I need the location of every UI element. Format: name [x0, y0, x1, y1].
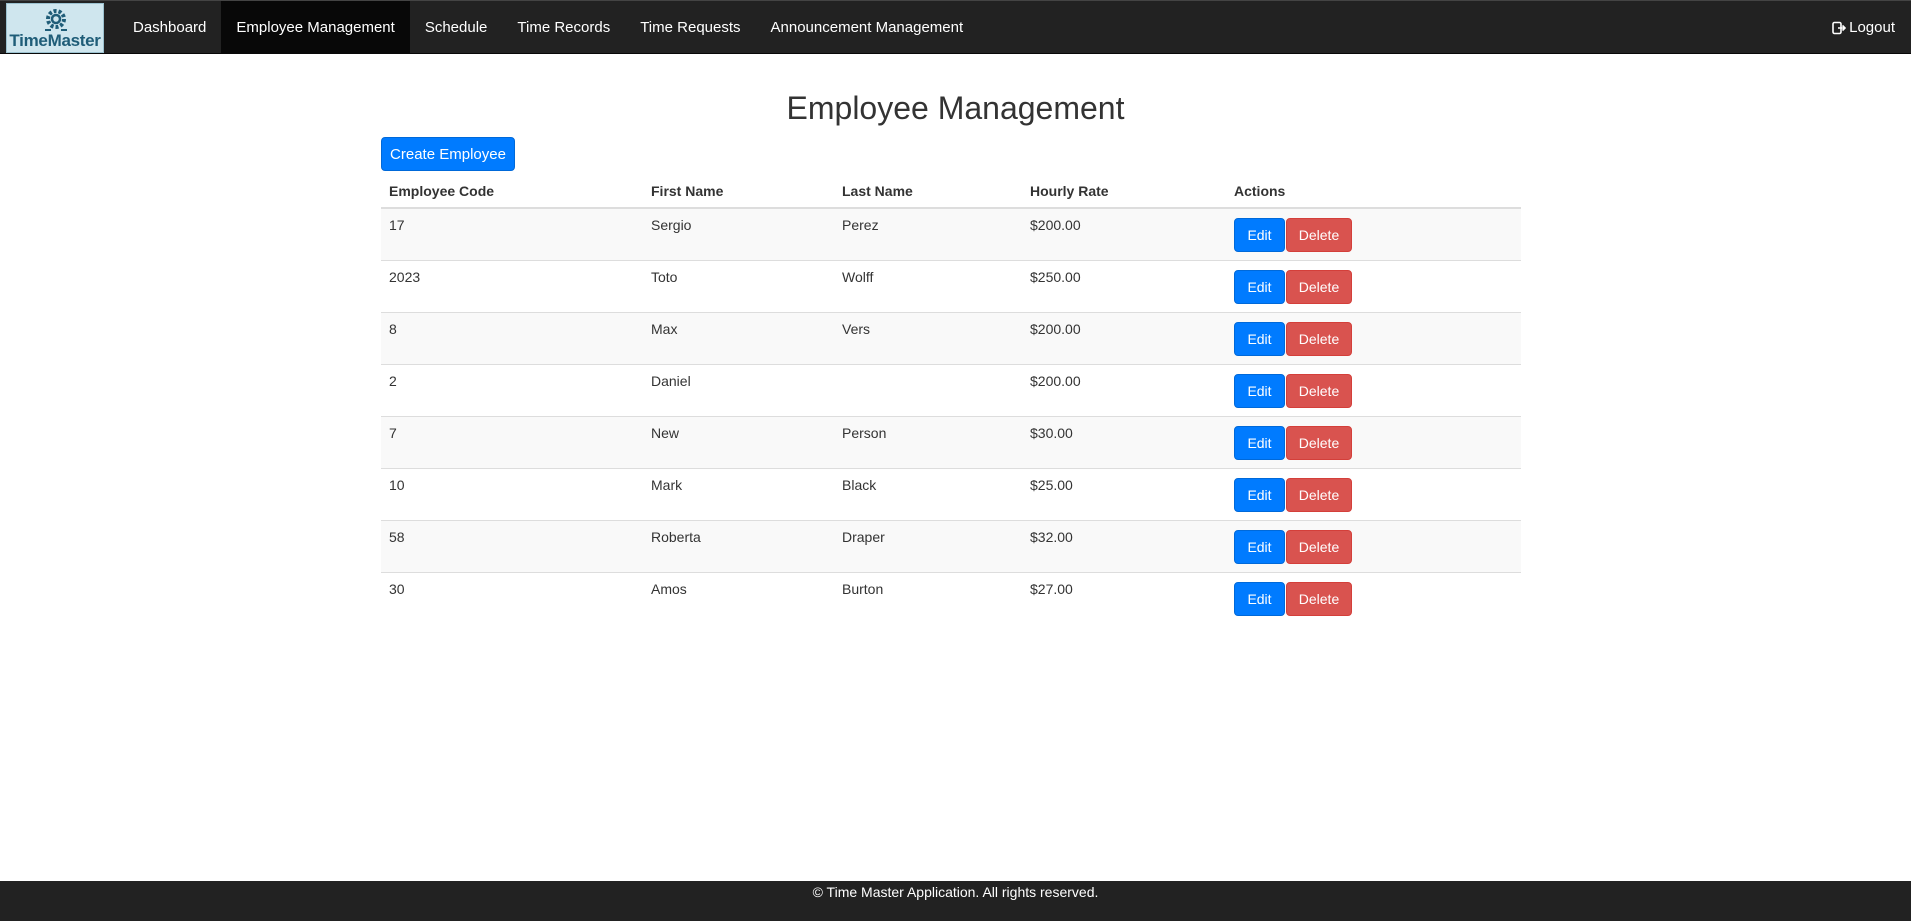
employee-code-cell: 8	[381, 312, 643, 365]
first-name-cell: New	[643, 416, 834, 469]
actions-cell: Edit Delete	[1226, 312, 1521, 365]
employee-code-cell: 58	[381, 520, 643, 573]
delete-button[interactable]: Delete	[1286, 218, 1352, 252]
delete-button[interactable]: Delete	[1286, 374, 1352, 408]
first-name-cell: Mark	[643, 468, 834, 521]
actions-cell: Edit Delete	[1226, 416, 1521, 469]
delete-button[interactable]: Delete	[1286, 478, 1352, 512]
edit-button[interactable]: Edit	[1234, 530, 1285, 564]
table-row: 8 Max Vers $200.00 Edit Delete	[381, 312, 1521, 365]
first-name-cell: Roberta	[643, 520, 834, 573]
edit-button[interactable]: Edit	[1234, 582, 1285, 616]
actions-cell: Edit Delete	[1226, 260, 1521, 313]
column-header-first-name: First Name	[643, 171, 834, 209]
edit-button[interactable]: Edit	[1234, 270, 1285, 304]
delete-button[interactable]: Delete	[1286, 582, 1352, 616]
delete-button[interactable]: Delete	[1286, 270, 1352, 304]
nav-menu: Dashboard Employee Management Schedule Time…	[118, 1, 978, 54]
actions-cell: Edit Delete	[1226, 208, 1521, 261]
column-header-employee-code: Employee Code	[381, 171, 643, 209]
table-row: 17 Sergio Perez $200.00 Edit Delete	[381, 208, 1521, 261]
brand-logo[interactable]: TimeMaster	[6, 3, 104, 53]
hourly-rate-cell: $27.00	[1022, 572, 1226, 624]
delete-button[interactable]: Delete	[1286, 322, 1352, 356]
hourly-rate-cell: $250.00	[1022, 260, 1226, 313]
delete-button[interactable]: Delete	[1286, 530, 1352, 564]
last-name-cell: Draper	[834, 520, 1022, 573]
gear-icon	[45, 9, 67, 31]
top-navbar: TimeMaster Dashboard Employee Management S…	[0, 0, 1911, 54]
employee-code-cell: 2	[381, 364, 643, 417]
employee-table: Employee Code First Name Last Name Hourl…	[381, 171, 1521, 624]
table-row: 58 Roberta Draper $32.00 Edit Delete	[381, 520, 1521, 573]
nav-item-dashboard[interactable]: Dashboard	[118, 1, 221, 54]
footer: © Time Master Application. All rights re…	[0, 881, 1911, 921]
edit-button[interactable]: Edit	[1234, 322, 1285, 356]
column-header-hourly-rate: Hourly Rate	[1022, 171, 1226, 209]
first-name-cell: Daniel	[643, 364, 834, 417]
last-name-cell: Black	[834, 468, 1022, 521]
table-row: 2 Daniel $200.00 Edit Delete	[381, 364, 1521, 417]
hourly-rate-cell: $200.00	[1022, 364, 1226, 417]
page-title: Employee Management	[786, 90, 1125, 126]
first-name-cell: Amos	[643, 572, 834, 624]
hourly-rate-cell: $200.00	[1030, 217, 1081, 233]
last-name-cell: Vers	[834, 312, 1022, 365]
first-name-cell: Sergio	[651, 217, 692, 233]
actions-cell: Edit Delete	[1226, 520, 1521, 573]
employee-code-cell: 2023	[381, 260, 643, 313]
actions-cell: Edit Delete	[1226, 468, 1521, 521]
brand-name: TimeMaster	[9, 31, 101, 50]
logout-icon	[1832, 21, 1847, 34]
hourly-rate-cell: $32.00	[1022, 520, 1226, 573]
nav-item-announcement-management[interactable]: Announcement Management	[756, 1, 979, 54]
hourly-rate-cell: $30.00	[1022, 416, 1226, 469]
column-header-actions: Actions	[1226, 171, 1521, 209]
footer-text: © Time Master Application. All rights re…	[812, 884, 1099, 900]
edit-button[interactable]: Edit	[1234, 218, 1285, 252]
hourly-rate-cell: $25.00	[1022, 468, 1226, 521]
employee-code-cell: 30	[381, 572, 643, 624]
edit-button[interactable]: Edit	[1234, 374, 1285, 408]
employee-code-cell: 7	[381, 416, 643, 469]
create-employee-button[interactable]: Create Employee	[381, 137, 515, 171]
hourly-rate-cell: $200.00	[1022, 312, 1226, 365]
delete-button[interactable]: Delete	[1286, 426, 1352, 460]
first-name-cell: Max	[643, 312, 834, 365]
nav-item-employee-management[interactable]: Employee Management	[221, 1, 410, 54]
last-name-cell: Wolff	[834, 260, 1022, 313]
employee-code-cell: 17	[389, 217, 405, 233]
table-row: 30 Amos Burton $27.00 Edit Delete	[381, 572, 1521, 624]
table-row: 2023 Toto Wolff $250.00 Edit Delete	[381, 260, 1521, 313]
column-header-last-name: Last Name	[834, 171, 1022, 209]
first-name-cell: Toto	[643, 260, 834, 313]
actions-cell: Edit Delete	[1226, 572, 1521, 624]
nav-item-time-records[interactable]: Time Records	[502, 1, 625, 54]
last-name-cell: Perez	[842, 217, 879, 233]
last-name-cell: Burton	[834, 572, 1022, 624]
logout-link[interactable]: Logout	[1832, 1, 1895, 54]
table-row: 7 New Person $30.00 Edit Delete	[381, 416, 1521, 469]
nav-item-schedule[interactable]: Schedule	[410, 1, 503, 54]
last-name-cell	[834, 364, 1022, 417]
table-header-row: Employee Code First Name Last Name Hourl…	[381, 171, 1521, 209]
edit-button[interactable]: Edit	[1234, 426, 1285, 460]
employee-code-cell: 10	[381, 468, 643, 521]
nav-item-time-requests[interactable]: Time Requests	[625, 1, 755, 54]
actions-cell: Edit Delete	[1226, 364, 1521, 417]
table-row: 10 Mark Black $25.00 Edit Delete	[381, 468, 1521, 521]
edit-button[interactable]: Edit	[1234, 478, 1285, 512]
last-name-cell: Person	[834, 416, 1022, 469]
logout-label: Logout	[1849, 19, 1895, 36]
